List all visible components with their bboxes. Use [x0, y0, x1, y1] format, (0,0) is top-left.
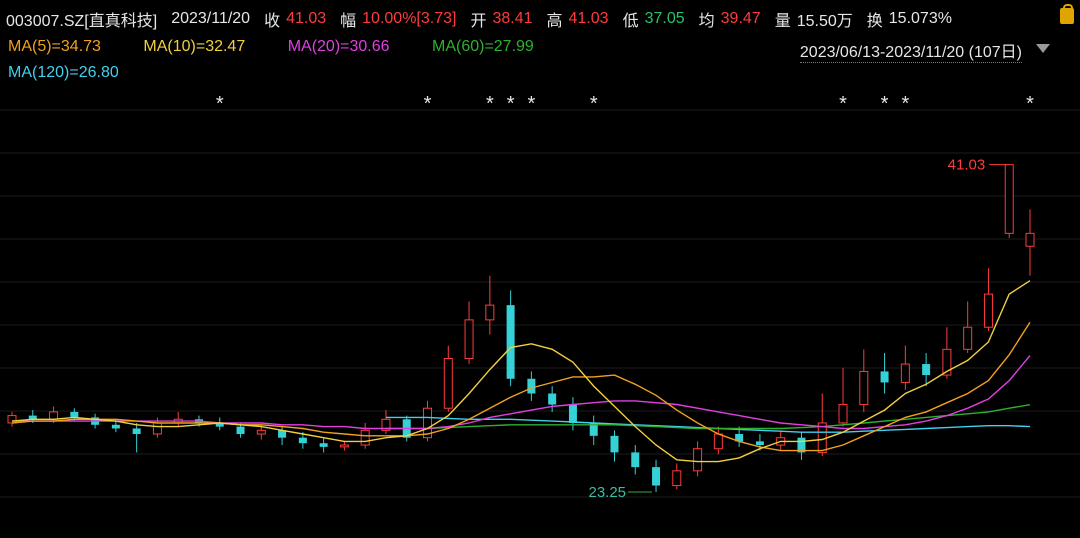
candle-body [568, 404, 577, 423]
candle-body [236, 426, 245, 434]
candle-body [900, 363, 910, 383]
candle-body [464, 319, 474, 360]
signal-asterisk: * [881, 93, 889, 115]
signal-asterisk: * [901, 93, 909, 115]
candle-body [70, 411, 79, 418]
candle-body [922, 364, 931, 376]
signal-asterisk: * [216, 93, 224, 115]
candle-body [1004, 164, 1014, 234]
signal-asterisk: * [527, 93, 535, 115]
candle-body [111, 424, 120, 429]
candle-body [652, 467, 661, 486]
candle-body [548, 393, 557, 405]
candle-body [152, 422, 162, 435]
candle-body [443, 358, 453, 409]
ma10-line [11, 321, 1031, 452]
ma5-line [11, 280, 1031, 463]
candle-body [1025, 232, 1035, 247]
high-marker-label: 41.03 [948, 157, 986, 174]
candle-body [132, 428, 141, 434]
candle-body [339, 444, 349, 448]
candle-body [319, 443, 328, 447]
candlestick-chart[interactable]: * * * * * * * * * * 41.03 23.25 [0, 0, 1080, 538]
candle-body [838, 404, 848, 424]
candle-body [983, 293, 993, 328]
candle-body [672, 470, 682, 487]
candle-body [7, 415, 17, 424]
candle-body [693, 448, 703, 472]
candle-body [713, 433, 723, 450]
candle-body [485, 304, 495, 321]
candle-body [506, 305, 515, 379]
candle-body [859, 370, 869, 406]
signal-asterisk: * [839, 93, 847, 115]
candle-body [880, 371, 889, 383]
candle-body [963, 326, 973, 350]
signal-asterisk: * [590, 93, 598, 115]
signal-asterisk: * [1026, 93, 1034, 115]
candle-body [49, 411, 59, 420]
candle-body [527, 378, 536, 394]
candle-body [610, 435, 619, 453]
low-marker-label: 23.25 [588, 484, 626, 501]
candle-body [256, 429, 266, 435]
candle-body [755, 441, 764, 446]
candle-body [631, 452, 640, 468]
signal-asterisk: * [424, 93, 432, 115]
candle-body [298, 437, 307, 444]
signal-asterisk: * [507, 93, 515, 115]
signal-asterisk: * [486, 93, 494, 115]
candle-body [360, 429, 370, 446]
